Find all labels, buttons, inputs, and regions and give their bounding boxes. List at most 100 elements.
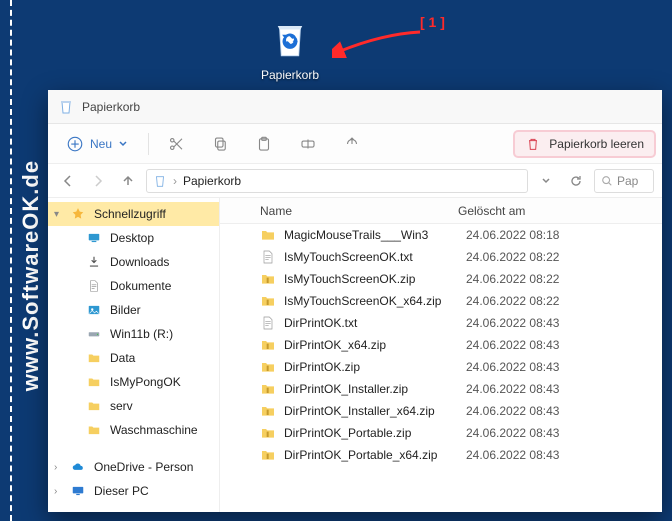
- sidebar-item[interactable]: Desktop: [48, 226, 219, 250]
- pictures-icon: [86, 302, 102, 318]
- sidebar-item[interactable]: Waschmaschine: [48, 418, 219, 442]
- nav-forward-button[interactable]: [86, 169, 110, 193]
- address-field[interactable]: › Papierkorb: [146, 169, 528, 193]
- sidebar-item[interactable]: Bilder: [48, 298, 219, 322]
- breadcrumb[interactable]: Papierkorb: [183, 174, 241, 188]
- rename-button[interactable]: [291, 130, 325, 158]
- file-name: IsMyTouchScreenOK.txt: [284, 250, 466, 264]
- file-deleted-date: 24.06.2022 08:43: [466, 404, 662, 418]
- file-deleted-date: 24.06.2022 08:43: [466, 360, 662, 374]
- file-name: DirPrintOK.zip: [284, 360, 466, 374]
- pc-icon: [70, 483, 86, 499]
- txt-icon: [260, 315, 276, 331]
- file-name: DirPrintOK_Installer_x64.zip: [284, 404, 466, 418]
- plus-circle-icon: [66, 135, 84, 153]
- sidebar-item-label: Dieser PC: [94, 484, 149, 498]
- sidebar-item-label: Desktop: [110, 231, 154, 245]
- sidebar-item-label: Win11b (R:): [110, 327, 173, 341]
- file-name: MagicMouseTrails___Win3: [284, 228, 466, 242]
- sidebar-item-label: Downloads: [110, 255, 169, 269]
- refresh-button[interactable]: [564, 169, 588, 193]
- sidebar-item-label: OneDrive - Person: [94, 460, 193, 474]
- arrow-right-icon: [91, 174, 105, 188]
- desktop-recycle-bin[interactable]: Papierkorb: [250, 16, 330, 82]
- file-deleted-date: 24.06.2022 08:43: [466, 382, 662, 396]
- file-row[interactable]: DirPrintOK_Installer.zip24.06.2022 08:43: [220, 378, 662, 400]
- share-icon: [343, 135, 361, 153]
- sidebar-item[interactable]: Data: [48, 346, 219, 370]
- sidebar-item-label: Waschmaschine: [110, 423, 198, 437]
- toolbar-separator: [148, 133, 149, 155]
- sidebar-this-pc[interactable]: › Dieser PC: [48, 479, 219, 503]
- sidebar-item-label: IsMyPongOK: [110, 375, 181, 389]
- sidebar-item[interactable]: serv: [48, 394, 219, 418]
- new-button-label: Neu: [90, 137, 112, 151]
- sidebar-item[interactable]: Dokumente: [48, 274, 219, 298]
- copy-button[interactable]: [203, 130, 237, 158]
- zip-icon: [260, 271, 276, 287]
- file-row[interactable]: DirPrintOK.txt24.06.2022 08:43: [220, 312, 662, 334]
- file-deleted-date: 24.06.2022 08:18: [466, 228, 662, 242]
- column-deleted[interactable]: Gelöscht am: [450, 204, 662, 218]
- cut-button[interactable]: [159, 130, 193, 158]
- annotation-1-label: [ 1 ]: [420, 14, 445, 30]
- window-title: Papierkorb: [82, 100, 140, 114]
- sidebar-item[interactable]: IsMyPongOK: [48, 370, 219, 394]
- file-name: DirPrintOK.txt: [284, 316, 466, 330]
- sidebar-item-label: Data: [110, 351, 135, 365]
- rename-icon: [299, 135, 317, 153]
- search-icon: [601, 175, 613, 187]
- zip-icon: [260, 293, 276, 309]
- column-name[interactable]: Name: [220, 204, 450, 218]
- file-row[interactable]: DirPrintOK_Portable_x64.zip24.06.2022 08…: [220, 444, 662, 466]
- desktop-icon: [86, 230, 102, 246]
- titlebar[interactable]: Papierkorb: [48, 90, 662, 124]
- zip-icon: [260, 381, 276, 397]
- file-row[interactable]: DirPrintOK_Installer_x64.zip24.06.2022 0…: [220, 400, 662, 422]
- file-name: IsMyTouchScreenOK_x64.zip: [284, 294, 466, 308]
- file-deleted-date: 24.06.2022 08:43: [466, 316, 662, 330]
- address-dropdown-button[interactable]: [534, 169, 558, 193]
- file-name: IsMyTouchScreenOK.zip: [284, 272, 466, 286]
- recycle-bin-icon: [266, 16, 314, 64]
- sidebar-item[interactable]: Downloads: [48, 250, 219, 274]
- txt-icon: [260, 249, 276, 265]
- nav-up-button[interactable]: [116, 169, 140, 193]
- chevron-right-icon: ›: [54, 486, 57, 497]
- search-placeholder: Pap: [617, 174, 638, 188]
- file-name: DirPrintOK_Portable.zip: [284, 426, 466, 440]
- share-button[interactable]: [335, 130, 369, 158]
- sidebar-item-label: Bilder: [110, 303, 141, 317]
- search-field[interactable]: Pap: [594, 169, 654, 193]
- sidebar-item-label: Schnellzugriff: [94, 207, 166, 221]
- sidebar-quick-access[interactable]: ▾ Schnellzugriff: [48, 202, 219, 226]
- addressbar: › Papierkorb Pap: [48, 164, 662, 198]
- file-row[interactable]: IsMyTouchScreenOK.zip24.06.2022 08:22: [220, 268, 662, 290]
- folder-icon: [86, 398, 102, 414]
- desktop-icon-label: Papierkorb: [250, 68, 330, 82]
- file-row[interactable]: DirPrintOK_Portable.zip24.06.2022 08:43: [220, 422, 662, 444]
- file-row[interactable]: IsMyTouchScreenOK_x64.zip24.06.2022 08:2…: [220, 290, 662, 312]
- file-row[interactable]: MagicMouseTrails___Win324.06.2022 08:18: [220, 224, 662, 246]
- folder-icon: [86, 374, 102, 390]
- zip-icon: [260, 425, 276, 441]
- paste-button[interactable]: [247, 130, 281, 158]
- empty-recycle-bin-button[interactable]: Papierkorb leeren: [515, 132, 654, 156]
- sidebar-item[interactable]: Win11b (R:): [48, 322, 219, 346]
- file-name: DirPrintOK_Portable_x64.zip: [284, 448, 466, 462]
- sidebar-onedrive[interactable]: › OneDrive - Person: [48, 455, 219, 479]
- file-row[interactable]: DirPrintOK.zip24.06.2022 08:43: [220, 356, 662, 378]
- content-area: Name Gelöscht am MagicMouseTrails___Win3…: [220, 198, 662, 512]
- nav-back-button[interactable]: [56, 169, 80, 193]
- file-row[interactable]: DirPrintOK_x64.zip24.06.2022 08:43: [220, 334, 662, 356]
- empty-recycle-bin-label: Papierkorb leeren: [549, 137, 644, 151]
- file-row[interactable]: IsMyTouchScreenOK.txt24.06.2022 08:22: [220, 246, 662, 268]
- paste-icon: [255, 135, 273, 153]
- file-deleted-date: 24.06.2022 08:22: [466, 250, 662, 264]
- document-icon: [86, 278, 102, 294]
- drive-icon: [86, 326, 102, 342]
- copy-icon: [211, 135, 229, 153]
- file-deleted-date: 24.06.2022 08:22: [466, 294, 662, 308]
- breadcrumb-separator-icon: ›: [173, 174, 177, 188]
- new-button[interactable]: Neu: [56, 130, 138, 158]
